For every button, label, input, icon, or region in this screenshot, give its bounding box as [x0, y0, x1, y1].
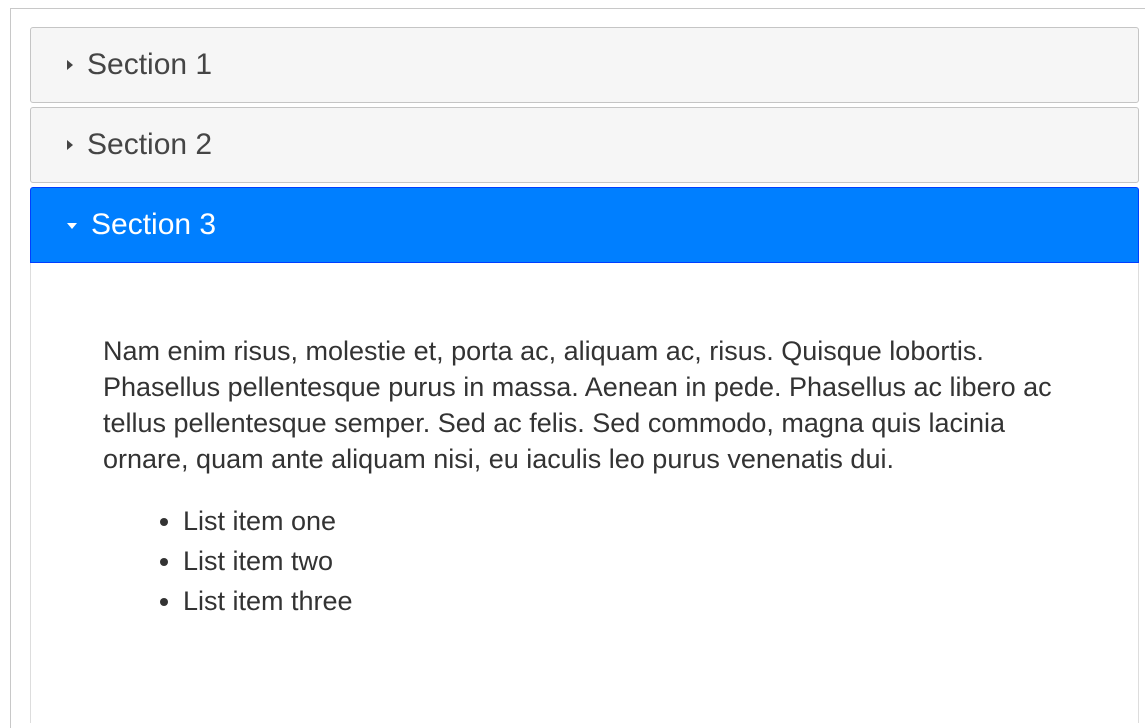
triangle-right-icon — [67, 60, 73, 70]
triangle-right-icon — [67, 140, 73, 150]
accordion-panel-section-3: Nam enim risus, molestie et, porta ac, a… — [30, 263, 1139, 723]
accordion: Section 1 Section 2 Section 3 Nam enim r… — [30, 27, 1139, 723]
accordion-header-label: Section 3 — [91, 208, 217, 241]
accordion-header-section-3[interactable]: Section 3 — [30, 187, 1139, 263]
triangle-down-icon — [67, 223, 77, 229]
list-item: List item three — [183, 581, 1098, 621]
list-item: List item one — [183, 501, 1098, 541]
panel-paragraph: Nam enim risus, molestie et, porta ac, a… — [103, 336, 1052, 474]
accordion-header-section-1[interactable]: Section 1 — [30, 27, 1139, 103]
accordion-header-label: Section 1 — [87, 48, 213, 81]
panel-list: List item one List item two List item th… — [103, 501, 1098, 621]
list-item: List item two — [183, 541, 1098, 581]
accordion-header-section-2[interactable]: Section 2 — [30, 107, 1139, 183]
accordion-header-label: Section 2 — [87, 128, 213, 161]
